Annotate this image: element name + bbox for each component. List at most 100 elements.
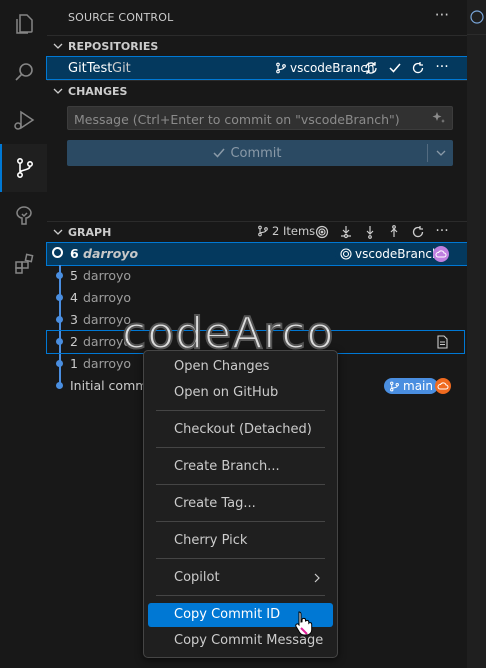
commit-message-input[interactable] bbox=[68, 107, 426, 131]
sync-icon[interactable] bbox=[362, 59, 380, 77]
menu-cherry-pick[interactable]: Cherry Pick bbox=[148, 529, 333, 553]
menu-item-label: Copilot bbox=[174, 570, 220, 585]
pull-icon[interactable] bbox=[361, 223, 379, 241]
files-icon bbox=[15, 14, 33, 34]
git-branch-icon bbox=[276, 62, 286, 74]
menu-checkout-detached[interactable]: Checkout (Detached) bbox=[148, 418, 333, 442]
remote-explorer-icon bbox=[15, 206, 32, 225]
extensions-button[interactable] bbox=[0, 240, 47, 288]
commit-dropdown-button[interactable] bbox=[428, 140, 453, 166]
watermark-text: codeArco bbox=[121, 307, 335, 360]
run-debug-icon bbox=[13, 110, 34, 130]
more-actions-icon[interactable]: ··· bbox=[435, 6, 449, 24]
graph-item-count: 2 Items bbox=[272, 224, 316, 238]
commit-number: 6 bbox=[70, 246, 79, 261]
refresh-icon[interactable] bbox=[409, 59, 427, 77]
graph-branch-filter[interactable]: 2 Items bbox=[257, 224, 315, 238]
menu-separator bbox=[156, 595, 325, 596]
commit-row[interactable]: 6 darroyo vscodeBranch bbox=[46, 242, 468, 266]
commit-number: 3 bbox=[70, 312, 78, 327]
commit-node bbox=[56, 360, 63, 367]
repositories-section-header[interactable]: REPOSITORIES bbox=[47, 35, 467, 57]
commit-node bbox=[56, 338, 63, 345]
git-branch-icon bbox=[390, 381, 399, 391]
branch-badge: vscodeBranch bbox=[335, 246, 445, 262]
commit-author: darroyo bbox=[83, 246, 139, 261]
chevron-down-icon bbox=[53, 229, 63, 235]
menu-create-branch[interactable]: Create Branch... bbox=[148, 455, 333, 479]
menu-item-label: Checkout (Detached) bbox=[174, 422, 312, 437]
menu-create-tag[interactable]: Create Tag... bbox=[148, 492, 333, 516]
menu-item-label: Cherry Pick bbox=[174, 533, 248, 548]
commit-row[interactable]: 5 darroyo bbox=[47, 265, 467, 287]
extensions-icon bbox=[14, 253, 33, 274]
menu-item-label: Open on GitHub bbox=[174, 385, 279, 400]
remote-explorer-button[interactable] bbox=[0, 192, 47, 240]
info-icon bbox=[470, 10, 484, 24]
main-badge-label: main bbox=[403, 379, 433, 393]
commit-node bbox=[56, 272, 63, 279]
menu-separator bbox=[156, 558, 325, 559]
commit-number: 2 bbox=[70, 334, 78, 349]
repo-more-icon[interactable]: ··· bbox=[433, 58, 451, 76]
source-control-icon bbox=[16, 157, 33, 178]
menu-separator bbox=[156, 484, 325, 485]
open-file-icon[interactable] bbox=[433, 333, 451, 351]
menu-open-on-github[interactable]: Open on GitHub bbox=[148, 381, 333, 405]
editor-tab-fragment[interactable] bbox=[467, 0, 486, 35]
branch-indicator[interactable]: vscodeBranch bbox=[275, 61, 375, 75]
search-button[interactable] bbox=[0, 48, 47, 96]
changes-section-header[interactable]: CHANGES bbox=[47, 80, 467, 102]
menu-separator bbox=[156, 410, 325, 411]
push-icon[interactable] bbox=[385, 223, 403, 241]
search-icon bbox=[14, 63, 33, 81]
graph-section-header[interactable]: GRAPH 2 Items ··· bbox=[47, 221, 467, 243]
commit-author: darroyo bbox=[83, 290, 132, 305]
main-branch-badge: main bbox=[384, 378, 438, 394]
menu-separator bbox=[156, 521, 325, 522]
target-icon[interactable] bbox=[313, 223, 331, 241]
commit-node bbox=[56, 382, 63, 389]
changes-label: CHANGES bbox=[68, 85, 128, 98]
cloud-icon bbox=[437, 382, 449, 390]
check-icon bbox=[213, 148, 226, 158]
repository-row[interactable]: GitTest Git vscodeBranch ··· bbox=[46, 56, 468, 80]
run-debug-button[interactable] bbox=[0, 96, 47, 144]
commit-number: 1 bbox=[70, 356, 78, 371]
menu-separator bbox=[156, 447, 325, 448]
head-commit-node bbox=[52, 247, 63, 258]
graph-actions: 2 Items bbox=[257, 224, 315, 238]
activity-bar bbox=[0, 0, 47, 668]
commit-number: 4 bbox=[70, 290, 78, 305]
sparkle-icon[interactable] bbox=[430, 109, 448, 127]
commit-button[interactable]: Commit bbox=[67, 140, 427, 166]
menu-copilot[interactable]: Copilot bbox=[148, 566, 333, 590]
commit-button-group: Commit bbox=[67, 140, 453, 166]
hand-cursor-icon bbox=[295, 611, 313, 636]
chevron-down-icon bbox=[53, 43, 63, 49]
repositories-label: REPOSITORIES bbox=[68, 40, 159, 53]
commit-message: Initial commi bbox=[70, 378, 151, 393]
commit-label: Commit bbox=[230, 145, 282, 161]
source-control-button[interactable] bbox=[0, 144, 47, 192]
explorer-button[interactable] bbox=[0, 0, 47, 48]
commit-row[interactable]: 4 darroyo bbox=[47, 287, 467, 309]
panel-title-bar: SOURCE CONTROL ··· bbox=[47, 0, 467, 34]
commit-message-box bbox=[67, 106, 453, 131]
branch-badge-label: vscodeBranch bbox=[355, 247, 440, 261]
commit-number: 5 bbox=[70, 268, 78, 283]
graph-refresh-icon[interactable] bbox=[409, 223, 427, 241]
graph-label: GRAPH bbox=[68, 226, 112, 239]
chevron-down-icon bbox=[436, 150, 445, 156]
commit-check-icon[interactable] bbox=[386, 59, 404, 77]
commit-node bbox=[56, 294, 63, 301]
fetch-icon[interactable] bbox=[337, 223, 355, 241]
git-branch-icon bbox=[258, 225, 268, 237]
target-icon bbox=[340, 248, 352, 260]
repo-name: GitTest bbox=[68, 61, 113, 76]
menu-item-label: Create Branch... bbox=[174, 459, 280, 474]
commit-author: darroyo bbox=[83, 268, 132, 283]
editor-edge bbox=[467, 0, 486, 668]
menu-item-label: Open Changes bbox=[174, 359, 270, 374]
graph-more-icon[interactable]: ··· bbox=[433, 222, 451, 240]
